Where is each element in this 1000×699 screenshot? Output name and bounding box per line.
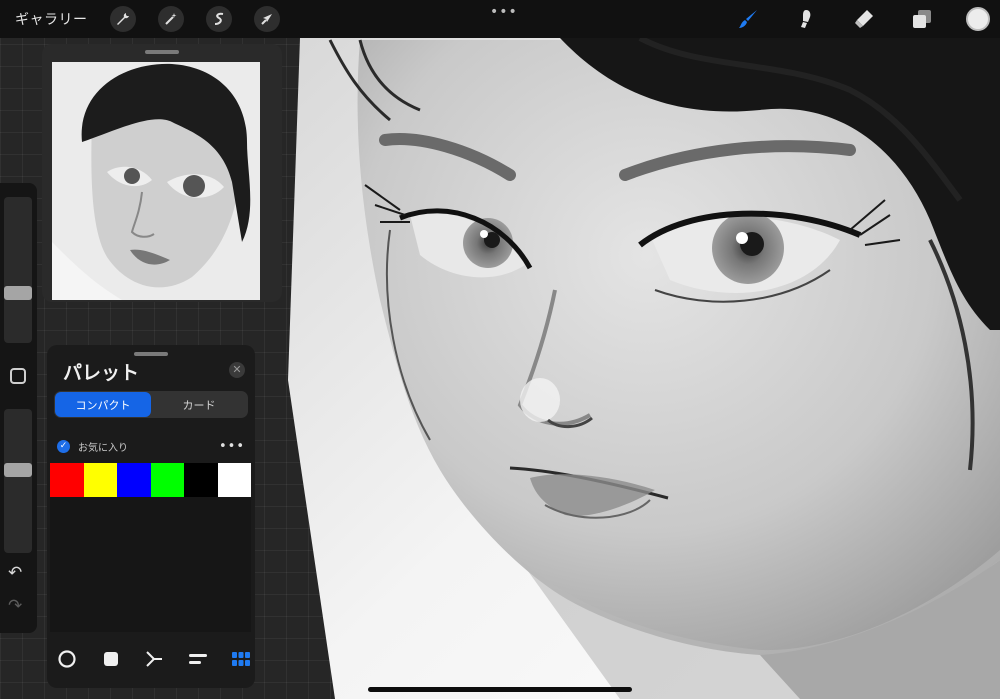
opacity-thumb[interactable] bbox=[4, 463, 32, 477]
transform-button[interactable] bbox=[253, 6, 280, 32]
brush-size-slider[interactable] bbox=[4, 197, 32, 343]
reference-image bbox=[52, 62, 260, 300]
opacity-slider[interactable] bbox=[4, 409, 32, 553]
gallery-button[interactable]: ギャラリー bbox=[15, 9, 88, 29]
harmony-icon bbox=[146, 651, 162, 667]
color-swatches bbox=[50, 463, 251, 497]
brush-icon bbox=[739, 10, 757, 28]
eraser-icon bbox=[855, 10, 873, 28]
tab-classic[interactable] bbox=[100, 648, 122, 670]
palette-panel: パレット ✕ コンパクト カード ✓ お気に入り ••• bbox=[47, 345, 255, 688]
tab-compact[interactable]: コンパクト bbox=[55, 392, 151, 417]
top-toolbar: ギャラリー ••• bbox=[0, 0, 1000, 38]
wrench-icon bbox=[116, 13, 129, 25]
value-sliders-icon bbox=[188, 654, 207, 664]
more-options-button[interactable]: ••• bbox=[490, 4, 518, 20]
smudge-button[interactable] bbox=[792, 5, 820, 33]
disc-icon bbox=[58, 650, 76, 668]
palette-name: お気に入り bbox=[78, 443, 128, 454]
close-palette-button[interactable]: ✕ bbox=[229, 362, 245, 378]
home-indicator[interactable] bbox=[368, 687, 632, 692]
eraser-button[interactable] bbox=[850, 5, 878, 33]
color-mode-tabs bbox=[56, 648, 252, 670]
adjustments-button[interactable] bbox=[157, 6, 184, 32]
layers-button[interactable] bbox=[908, 5, 936, 33]
palettes-grid-icon bbox=[232, 652, 250, 666]
smudge-icon bbox=[801, 10, 811, 28]
default-checkmark-icon[interactable]: ✓ bbox=[57, 440, 70, 453]
color-swatch[interactable] bbox=[217, 463, 251, 497]
color-swatch[interactable] bbox=[83, 463, 117, 497]
palette-options-button[interactable]: ••• bbox=[219, 439, 245, 454]
tab-disc[interactable] bbox=[56, 648, 78, 670]
undo-button[interactable]: ↶ bbox=[8, 563, 22, 583]
panel-grab-handle[interactable] bbox=[145, 50, 179, 54]
palette-view-switch: コンパクト カード bbox=[54, 391, 248, 418]
brush-button[interactable] bbox=[734, 5, 762, 33]
palette-title: パレット bbox=[63, 362, 140, 384]
selection-button[interactable] bbox=[205, 6, 232, 32]
default-palette-header: ✓ お気に入り ••• bbox=[57, 439, 245, 454]
advanced-tools bbox=[109, 6, 280, 32]
color-swatch[interactable] bbox=[184, 463, 218, 497]
magic-wand-icon bbox=[164, 13, 176, 25]
tab-card[interactable]: カード bbox=[151, 392, 247, 417]
tab-value[interactable] bbox=[187, 648, 209, 670]
modify-button[interactable] bbox=[10, 368, 26, 384]
painting-tools bbox=[734, 5, 990, 33]
color-button[interactable] bbox=[966, 7, 990, 31]
reference-panel[interactable] bbox=[42, 44, 282, 302]
color-swatch[interactable] bbox=[50, 463, 84, 497]
transform-arrow-icon bbox=[260, 14, 272, 25]
left-sidebar: ↶ ↷ bbox=[0, 183, 37, 633]
tab-harmony[interactable] bbox=[143, 648, 165, 670]
layers-icon bbox=[913, 10, 931, 28]
palette-grab-handle[interactable] bbox=[134, 352, 168, 356]
actions-button[interactable] bbox=[109, 6, 136, 32]
color-swatch[interactable] bbox=[117, 463, 151, 497]
tab-palettes[interactable] bbox=[230, 648, 252, 670]
palette-empty-area bbox=[50, 497, 251, 632]
brush-size-thumb[interactable] bbox=[4, 286, 32, 300]
selection-icon bbox=[214, 12, 223, 25]
color-swatch[interactable] bbox=[150, 463, 184, 497]
redo-button[interactable]: ↷ bbox=[8, 596, 22, 616]
square-icon bbox=[103, 652, 118, 666]
